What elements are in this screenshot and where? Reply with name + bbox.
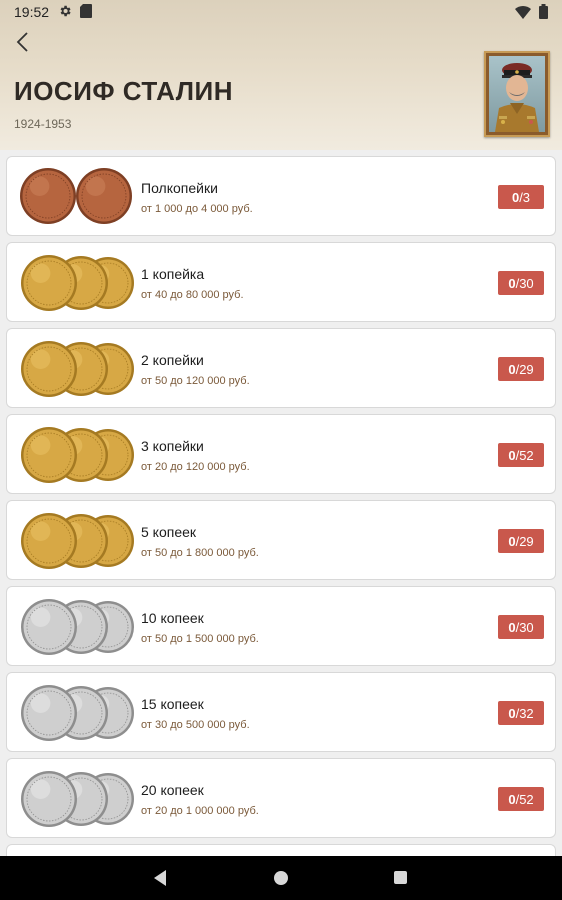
coin-price-range: от 30 до 500 000 руб. (141, 719, 250, 731)
total-count: /30 (515, 275, 534, 291)
coin-name: 20 копеек (141, 782, 204, 798)
coin-name: 3 копейки (141, 438, 204, 454)
owned-count: 0 (508, 361, 516, 377)
header: 19:52 ИОСИФ СТАЛИН 1924-1953 (0, 0, 562, 150)
coin-price-range: от 50 до 1 800 000 руб. (141, 547, 259, 559)
coin-list-item[interactable]: 1 копейка от 40 до 80 000 руб. 0/30 (6, 242, 556, 322)
collection-count-badge: 0/29 (498, 529, 544, 553)
page-subtitle-years: 1924-1953 (14, 117, 72, 131)
collection-count-badge: 0/52 (498, 443, 544, 467)
coin-thumbnail (19, 597, 135, 657)
nav-home-button[interactable] (274, 871, 288, 885)
coin-thumbnail (19, 683, 135, 743)
sd-card-icon (80, 4, 92, 23)
coin-price-range: от 1 000 до 4 000 руб. (141, 203, 253, 215)
collection-count-badge: 0/30 (498, 615, 544, 639)
coin-list-item[interactable]: 5 копеек от 50 до 1 800 000 руб. 0/29 (6, 500, 556, 580)
back-button[interactable] (8, 30, 36, 58)
owned-count: 0 (508, 791, 516, 807)
gear-icon (58, 4, 72, 23)
coin-thumbnail (19, 425, 135, 485)
collection-count-badge: 0/29 (498, 357, 544, 381)
coin-name: 5 копеек (141, 524, 197, 540)
coin-image (21, 513, 134, 569)
status-bar: 19:52 (0, 0, 562, 24)
coin-price-range: от 20 до 120 000 руб. (141, 461, 250, 473)
collection-count-badge: 0/52 (498, 787, 544, 811)
coin-name: 2 копейки (141, 352, 204, 368)
owned-count: 0 (508, 275, 516, 291)
coin-image (21, 685, 134, 741)
coin-image (21, 341, 134, 397)
total-count: /29 (515, 361, 534, 377)
nav-back-button[interactable] (152, 869, 168, 892)
collection-count-badge: 0/32 (498, 701, 544, 725)
coin-thumbnail (19, 339, 135, 399)
coin-image (21, 427, 134, 483)
coin-list-item[interactable]: 2 копейки от 50 до 120 000 руб. 0/29 (6, 328, 556, 408)
total-count: /29 (515, 533, 534, 549)
wifi-icon (515, 5, 531, 24)
collection-count-badge: 0/30 (498, 271, 544, 295)
nav-recents-button[interactable] (394, 871, 407, 884)
total-count: /52 (515, 791, 534, 807)
total-count: /30 (515, 619, 534, 635)
owned-count: 0 (511, 189, 520, 205)
coin-name: 1 копейка (141, 266, 205, 282)
page-title: ИОСИФ СТАЛИН (14, 76, 233, 106)
coin-image (21, 599, 134, 655)
coin-list-item[interactable]: 10 копеек от 50 до 1 500 000 руб. 0/30 (6, 586, 556, 666)
total-count: /3 (519, 189, 531, 205)
coin-thumbnail (19, 769, 135, 829)
battery-icon (539, 4, 548, 24)
navigation-bar (0, 856, 562, 900)
coin-thumbnail (19, 253, 135, 313)
coin-thumbnail (19, 167, 135, 227)
coin-list-item[interactable]: 20 копеек от 20 до 1 000 000 руб. 0/52 (6, 758, 556, 838)
coin-price-range: от 50 до 120 000 руб. (141, 375, 250, 387)
total-count: /32 (515, 705, 534, 721)
total-count: /52 (515, 447, 534, 463)
coin-price-range: от 40 до 80 000 руб. (141, 289, 244, 301)
collection-count-badge: 0/3 (498, 185, 544, 209)
coin-image (21, 771, 134, 827)
owned-count: 0 (508, 447, 516, 463)
chevron-left-icon (15, 31, 29, 58)
owned-count: 0 (508, 533, 516, 549)
status-time: 19:52 (14, 4, 50, 20)
coin-thumbnail (19, 511, 135, 571)
coin-price-range: от 50 до 1 500 000 руб. (141, 633, 259, 645)
coin-image (20, 168, 132, 224)
coin-list-item[interactable]: 15 копеек от 30 до 500 000 руб. 0/32 (6, 672, 556, 752)
coin-name: 15 копеек (141, 696, 204, 712)
owned-count: 0 (508, 619, 516, 635)
coin-name: Полкопейки (141, 180, 218, 196)
coin-list-item[interactable]: 3 копейки от 20 до 120 000 руб. 0/52 (6, 414, 556, 494)
coin-image (21, 255, 134, 311)
portrait-image (484, 51, 550, 137)
coin-list-item[interactable]: Полкопейки от 1 000 до 4 000 руб. 0/3 (6, 156, 556, 236)
coin-price-range: от 20 до 1 000 000 руб. (141, 805, 259, 817)
owned-count: 0 (508, 705, 516, 721)
coin-name: 10 копеек (141, 610, 204, 626)
